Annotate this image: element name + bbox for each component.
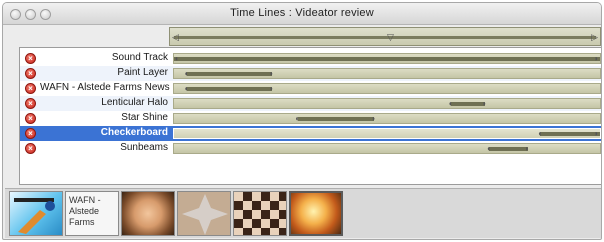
thumbnail-caption: Farms (69, 217, 95, 227)
master-start-marker-icon[interactable]: ◁ (172, 32, 179, 42)
layer-timeline-track[interactable]: ◖ ◗ (173, 83, 601, 94)
delete-layer-icon[interactable]: × (25, 68, 36, 79)
title-bar[interactable]: Time Lines : Videator review (3, 3, 601, 25)
delete-layer-icon[interactable]: × (25, 98, 36, 109)
segment-start-handle-icon[interactable]: ◖ (537, 129, 543, 138)
sunbeams-thumbnail[interactable] (289, 191, 343, 236)
segment-end-handle-icon[interactable]: ◗ (269, 84, 275, 93)
star-shine-thumbnail[interactable] (177, 191, 231, 236)
layer-timeline-track[interactable]: ◖ ◗ (173, 113, 601, 124)
delete-layer-icon[interactable]: × (25, 83, 36, 94)
delete-layer-icon[interactable]: × (25, 128, 36, 139)
segment-start-handle-icon[interactable]: ◖ (448, 99, 454, 108)
layer-label: Star Shine (121, 112, 168, 123)
layer-timeline-track[interactable]: ◖ ◗ (173, 128, 601, 139)
segment-start-handle-icon[interactable]: ◖ (295, 114, 301, 123)
wafn-thumbnail[interactable]: WAFN - Alstede Farms (65, 191, 119, 236)
segment-start-handle-icon[interactable]: ◖ (184, 84, 190, 93)
layer-timeline-track[interactable]: ◖ ◗ (173, 53, 601, 64)
layer-active-segment[interactable] (297, 117, 375, 121)
segment-start-handle-icon[interactable]: ◖ (184, 69, 190, 78)
delete-layer-icon[interactable]: × (25, 113, 36, 124)
segment-end-handle-icon[interactable]: ◗ (269, 69, 275, 78)
paint-brush-icon (14, 198, 55, 234)
layer-label: Sunbeams (120, 142, 168, 153)
master-end-marker-icon[interactable]: ▷ (591, 32, 598, 42)
layer-row[interactable]: × Star Shine ◖ ◗ (20, 111, 601, 126)
layer-row[interactable]: × Sunbeams ◖ ◗ (20, 141, 601, 156)
layer-label: Sound Track (111, 52, 168, 63)
thumbnail-caption: WAFN - (69, 195, 101, 205)
layer-row[interactable]: × Lenticular Halo ◖ ◗ (20, 96, 601, 111)
window-title: Time Lines : Videator review (230, 7, 374, 19)
thumbnail-caption: Alstede (69, 206, 100, 216)
layer-timeline-track[interactable]: ◖ ◗ (173, 68, 601, 79)
layer-label: Paint Layer (117, 67, 168, 78)
layer-active-segment[interactable] (450, 102, 485, 106)
delete-layer-icon[interactable]: × (25, 143, 36, 154)
segment-end-handle-icon[interactable]: ◗ (482, 99, 488, 108)
layer-timeline-track[interactable]: ◖ ◗ (173, 143, 601, 154)
layer-row[interactable]: × Paint Layer ◖ ◗ (20, 66, 601, 81)
layer-row[interactable]: × WAFN - Alstede Farms News ◖ ◗ (20, 81, 601, 96)
segment-start-handle-icon[interactable]: ◖ (174, 54, 180, 63)
segment-end-handle-icon[interactable]: ◗ (594, 129, 600, 138)
layer-row[interactable]: × Checkerboard ◖ ◗ (20, 126, 601, 141)
layer-label: Checkerboard (100, 127, 168, 138)
layer-label: Lenticular Halo (101, 97, 168, 108)
segment-end-handle-icon[interactable]: ◗ (371, 114, 377, 123)
lenticular-halo-thumbnail[interactable] (121, 191, 175, 236)
timelines-window: Time Lines : Videator review ◁ ▽ ▷ × Soun… (2, 2, 602, 240)
segment-end-handle-icon[interactable]: ◗ (594, 54, 600, 63)
layer-active-segment[interactable] (540, 132, 600, 136)
layer-active-segment[interactable] (186, 72, 272, 76)
layer-label: WAFN - Alstede Farms News (40, 82, 170, 93)
checker-pattern-icon (234, 192, 286, 235)
layer-active-segment[interactable] (174, 57, 600, 61)
layer-timeline-list[interactable]: × Sound Track ◖ ◗ × Paint Layer ◖ ◗ × WAFN - Alst… (19, 47, 601, 185)
star-shape-icon (178, 192, 230, 235)
segment-end-handle-icon[interactable]: ◗ (525, 144, 531, 153)
master-timeline-track (174, 36, 596, 39)
paint-layer-thumbnail[interactable] (9, 191, 63, 236)
layer-active-segment[interactable] (489, 147, 528, 151)
playhead-icon[interactable]: ▽ (387, 32, 394, 42)
layer-row[interactable]: × Sound Track ◖ ◗ (20, 51, 601, 66)
layer-thumbnail-strip: WAFN - Alstede Farms (5, 188, 601, 238)
layer-timeline-track[interactable]: ◖ ◗ (173, 98, 601, 109)
delete-layer-icon[interactable]: × (25, 53, 36, 64)
segment-start-handle-icon[interactable]: ◖ (486, 144, 492, 153)
master-timeline-scrubber[interactable]: ◁ ▽ ▷ (169, 27, 601, 46)
layer-active-segment[interactable] (186, 87, 272, 91)
checkerboard-thumbnail[interactable] (233, 191, 287, 236)
